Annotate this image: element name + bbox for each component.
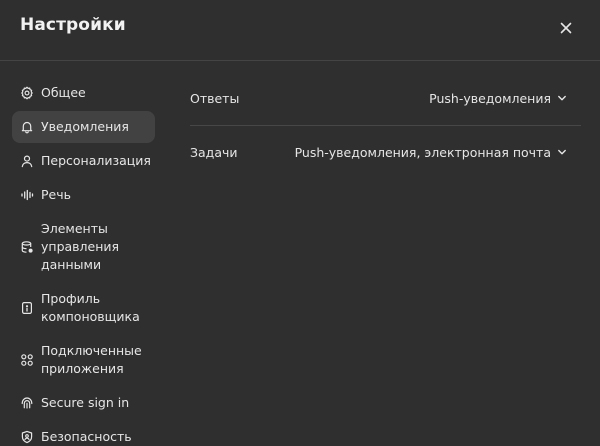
sidebar-item-label: Уведомления <box>41 119 129 134</box>
sidebar-item-builder-profile[interactable]: Профиль компоновщика <box>12 283 155 333</box>
sidebar-item-personalization[interactable]: Персонализация <box>12 145 155 177</box>
sidebar-item-label: Общее <box>41 85 86 100</box>
close-icon <box>560 22 572 34</box>
tasks-dropdown[interactable]: Push-уведомления, электронная почта <box>295 145 581 160</box>
row-divider <box>190 125 581 126</box>
sidebar-item-label: Речь <box>41 187 71 202</box>
settings-dialog: Настройки Общее Уведомления Персонализац… <box>0 0 600 446</box>
notifications-panel: Ответы Push-уведомления Задачи Push-увед… <box>190 80 581 170</box>
database-icon <box>20 240 34 254</box>
sidebar-item-speech[interactable]: Речь <box>12 179 155 211</box>
setting-label: Ответы <box>190 90 240 106</box>
sidebar-item-connected-apps[interactable]: Подключенные приложения <box>12 335 155 385</box>
sidebar-item-label: Элементы управления данными <box>41 221 120 272</box>
sidebar-item-label: Secure sign in <box>41 395 130 410</box>
setting-label: Задачи <box>190 144 238 160</box>
sidebar-item-security[interactable]: Безопасность <box>12 421 155 446</box>
person-icon <box>20 154 34 168</box>
waveform-icon <box>20 188 34 202</box>
responses-dropdown[interactable]: Push-уведомления <box>429 91 581 106</box>
setting-row-tasks: Задачи Push-уведомления, электронная поч… <box>190 134 581 170</box>
shield-icon <box>20 430 34 444</box>
setting-row-responses: Ответы Push-уведомления <box>190 80 581 116</box>
secure-signin-icon <box>20 396 34 410</box>
bell-icon <box>20 120 34 134</box>
sidebar-item-secure-sign-in[interactable]: Secure sign in <box>12 387 155 419</box>
dialog-title: Настройки <box>20 15 126 35</box>
id-card-icon <box>20 301 34 315</box>
dropdown-value: Push-уведомления <box>429 90 551 106</box>
dropdown-value: Push-уведомления, электронная почта <box>294 144 551 160</box>
sidebar-item-label: Безопасность <box>41 429 132 444</box>
apps-icon <box>20 353 34 367</box>
sidebar-item-data-controls[interactable]: Элементы управления данными <box>12 213 155 281</box>
sidebar-item-label: Профиль компоновщика <box>41 291 140 324</box>
close-button[interactable] <box>554 16 578 40</box>
chevron-down-icon <box>557 147 567 157</box>
sidebar-item-label: Подключенные приложения <box>41 343 142 376</box>
chevron-down-icon <box>557 93 567 103</box>
gear-icon <box>20 86 34 100</box>
dialog-header: Настройки <box>0 0 600 61</box>
sidebar-item-label: Персонализация <box>41 153 151 168</box>
settings-sidebar: Общее Уведомления Персонализация Речь Эл… <box>12 77 156 446</box>
sidebar-item-notifications[interactable]: Уведомления <box>12 111 155 143</box>
sidebar-item-general[interactable]: Общее <box>12 77 155 109</box>
